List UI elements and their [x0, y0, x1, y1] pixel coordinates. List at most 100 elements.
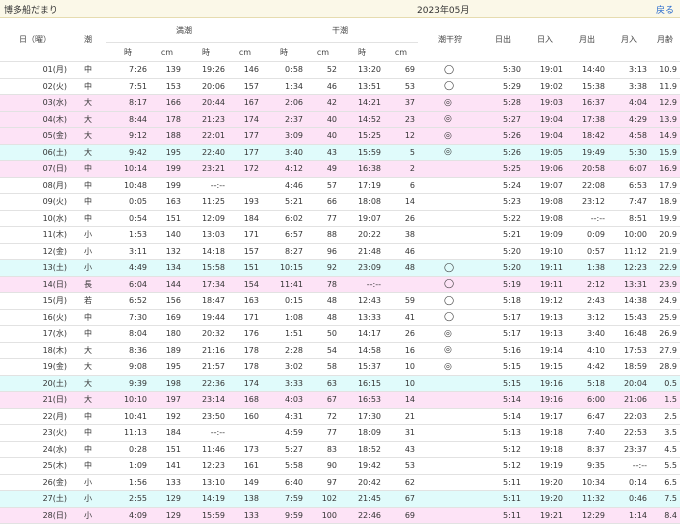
- day-cell: 11(木): [0, 226, 70, 244]
- day-cell: 06(土): [0, 144, 70, 161]
- sunrise-cell: 5:20: [482, 259, 524, 277]
- high2-time-cell: 11:25: [184, 193, 228, 211]
- low2-cm-cell: 69: [384, 507, 418, 524]
- tide-type-cell: 大: [70, 391, 106, 409]
- high2-time-cell: 23:50: [184, 408, 228, 425]
- high1-time-cell: 8:17: [106, 94, 150, 112]
- low1-time-cell: 4:12: [262, 160, 306, 178]
- high2-cm-cell: 146: [228, 61, 262, 79]
- tide-type-cell: 小: [70, 490, 106, 508]
- sunset-cell: 19:13: [524, 325, 566, 343]
- moonrise-cell: 4:10: [566, 342, 608, 359]
- moon-age-cell: 5.5: [650, 457, 680, 475]
- low2-cm-cell: 12: [384, 127, 418, 145]
- high2-cm-cell: 193: [228, 193, 262, 211]
- low2-cm-cell: 38: [384, 226, 418, 244]
- table-row: 15(月) 若 6:52 156 18:47 163 0:15 48 12:43 59 ◯ 5:18 1…: [0, 292, 680, 310]
- moonrise-cell: 9:35: [566, 457, 608, 475]
- tide-type-cell: 若: [70, 292, 106, 310]
- tide-type-cell: 小: [70, 243, 106, 260]
- moon-age-cell: 6.5: [650, 474, 680, 491]
- shiohigari-mark: ◯: [418, 309, 482, 326]
- high2-time-cell: 22:36: [184, 375, 228, 392]
- sunrise-cell: 5:17: [482, 325, 524, 343]
- high1-time-cell: 6:52: [106, 292, 150, 310]
- table-row: 23(火) 中 11:13 184 --:-- 4:59 77 18:09 31 5:13 19:1…: [0, 424, 680, 442]
- low1-cm-cell: 77: [306, 210, 340, 227]
- sunrise-cell: 5:21: [482, 226, 524, 244]
- day-cell: 19(金): [0, 358, 70, 376]
- col-sunset: 日入: [524, 18, 566, 62]
- table-row: 24(水) 中 0:28 151 11:46 173 5:27 83 18:52 43 5:12 19…: [0, 441, 680, 458]
- low2-cm-cell: 46: [384, 243, 418, 260]
- low1-cm-cell: 50: [306, 325, 340, 343]
- moonrise-cell: 16:37: [566, 94, 608, 112]
- low1-time-cell: 0:15: [262, 292, 306, 310]
- tide-type-cell: 小: [70, 507, 106, 524]
- shiohigari-mark: [418, 210, 482, 227]
- moonrise-cell: 3:12: [566, 309, 608, 326]
- low2-time-cell: 19:42: [340, 457, 384, 475]
- high2-cm-cell: 157: [228, 243, 262, 260]
- high2-cm-cell: 161: [228, 457, 262, 475]
- high2-cm-cell: 157: [228, 78, 262, 95]
- tide-type-cell: 中: [70, 210, 106, 227]
- high1-cm-cell: 140: [150, 226, 184, 244]
- col-moonset: 月入: [608, 18, 650, 62]
- day-cell: 18(木): [0, 342, 70, 359]
- day-cell: 07(日): [0, 160, 70, 178]
- moonset-cell: 3:38: [608, 78, 650, 95]
- low1-cm-cell: 102: [306, 490, 340, 508]
- low2-time-cell: 23:09: [340, 259, 384, 277]
- day-cell: 22(月): [0, 408, 70, 425]
- col-low2-cm: cm: [384, 42, 418, 62]
- high2-time-cell: 13:03: [184, 226, 228, 244]
- sunrise-cell: 5:17: [482, 309, 524, 326]
- table-row: 01(月) 中 7:26 139 19:26 146 0:58 52 13:20 69 ◯ 5:30 1…: [0, 61, 680, 79]
- low1-cm-cell: 67: [306, 391, 340, 409]
- sunrise-cell: 5:18: [482, 292, 524, 310]
- low1-cm-cell: 52: [306, 61, 340, 79]
- high1-time-cell: 4:09: [106, 507, 150, 524]
- high2-time-cell: 17:34: [184, 276, 228, 293]
- high2-time-cell: 20:32: [184, 325, 228, 343]
- moonrise-cell: 3:40: [566, 325, 608, 343]
- sunset-cell: 19:09: [524, 226, 566, 244]
- high2-time-cell: 12:09: [184, 210, 228, 227]
- high2-time-cell: 19:26: [184, 61, 228, 79]
- high1-time-cell: 10:10: [106, 391, 150, 409]
- col-moon-age: 月齢: [650, 18, 680, 62]
- low1-time-cell: 3:33: [262, 375, 306, 392]
- shiohigari-mark: ◯: [418, 292, 482, 310]
- high2-cm-cell: 178: [228, 342, 262, 359]
- month-label: 2023年05月: [417, 6, 470, 16]
- day-cell: 21(日): [0, 391, 70, 409]
- high1-time-cell: 9:12: [106, 127, 150, 145]
- back-link[interactable]: 戻る: [656, 3, 674, 16]
- high2-time-cell: 15:58: [184, 259, 228, 277]
- tide-type-cell: 中: [70, 457, 106, 475]
- moonset-cell: 15:43: [608, 309, 650, 326]
- high1-time-cell: 8:36: [106, 342, 150, 359]
- sunrise-cell: 5:15: [482, 375, 524, 392]
- day-cell: 09(火): [0, 193, 70, 211]
- moonset-cell: 4:58: [608, 127, 650, 145]
- sunrise-cell: 5:14: [482, 408, 524, 425]
- sunset-cell: 19:16: [524, 375, 566, 392]
- low2-time-cell: 21:45: [340, 490, 384, 508]
- sunrise-cell: 5:14: [482, 391, 524, 409]
- high1-time-cell: 9:39: [106, 375, 150, 392]
- moonrise-cell: 12:29: [566, 507, 608, 524]
- high2-cm-cell: 168: [228, 391, 262, 409]
- low2-time-cell: 21:48: [340, 243, 384, 260]
- low2-time-cell: 15:59: [340, 144, 384, 161]
- tide-type-cell: 中: [70, 61, 106, 79]
- low1-cm-cell: 54: [306, 342, 340, 359]
- table-row: 19(金) 大 9:08 195 21:57 178 3:02 58 15:37 10 ◎ 5:15 1…: [0, 358, 680, 376]
- low1-cm-cell: 48: [306, 309, 340, 326]
- high1-cm-cell: 188: [150, 127, 184, 145]
- sunrise-cell: 5:27: [482, 111, 524, 128]
- high2-cm-cell: 177: [228, 127, 262, 145]
- high2-cm-cell: 172: [228, 160, 262, 178]
- moon-age-cell: 22.9: [650, 259, 680, 277]
